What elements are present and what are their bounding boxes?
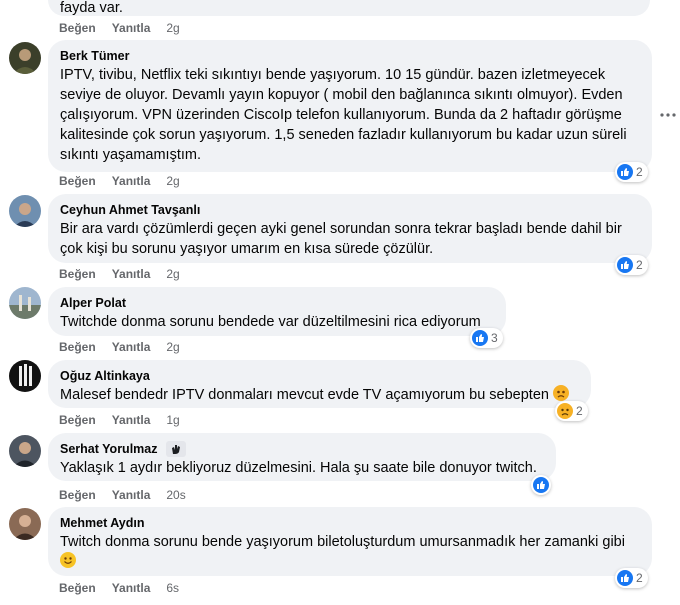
- author-name[interactable]: Ceyhun Ahmet Tavşanlı: [60, 202, 640, 218]
- author-name[interactable]: Berk Tümer: [60, 48, 640, 64]
- reply-link[interactable]: Yanıtla: [112, 174, 151, 188]
- timestamp[interactable]: 2g: [166, 267, 179, 281]
- reply-link[interactable]: Yanıtla: [112, 340, 151, 354]
- smile-emoji-icon: [60, 552, 76, 568]
- author-name[interactable]: Alper Polat: [60, 295, 494, 311]
- reaction-count: 3: [491, 331, 498, 345]
- wave-hand-badge-icon: [165, 441, 186, 457]
- comment-text: IPTV, tivibu, Netflix teki sıkıntıyı ben…: [60, 67, 627, 163]
- timestamp[interactable]: 2g: [166, 174, 179, 188]
- comment-bubble: Alper Polat Twitchde donma sorunu bended…: [48, 287, 506, 336]
- author-name-row: Serhat Yorulmaz: [60, 441, 544, 457]
- like-link[interactable]: Beğen: [59, 488, 96, 502]
- crying-emoji-icon: [553, 385, 569, 401]
- like-link[interactable]: Beğen: [59, 21, 96, 35]
- reaction-count: 2: [636, 571, 643, 585]
- reaction-summary[interactable]: [531, 475, 551, 495]
- avatar[interactable]: [9, 195, 41, 227]
- avatar[interactable]: [9, 508, 41, 540]
- like-link[interactable]: Beğen: [59, 581, 96, 595]
- comment-actions: Beğen Yanıtla 6s: [59, 581, 179, 595]
- timestamp[interactable]: 2g: [166, 340, 179, 354]
- reaction-summary[interactable]: 3: [470, 328, 503, 348]
- timestamp[interactable]: 20s: [166, 488, 185, 502]
- reply-link[interactable]: Yanıtla: [112, 413, 151, 427]
- reaction-summary[interactable]: 2: [555, 401, 588, 421]
- like-link[interactable]: Beğen: [59, 174, 96, 188]
- reaction-summary[interactable]: 2: [615, 162, 648, 182]
- comment-text: Bir ara vardı çözümlerdi geçen ayki gene…: [60, 221, 622, 257]
- like-icon: [617, 570, 633, 586]
- like-link[interactable]: Beğen: [59, 413, 96, 427]
- comment-bubble: Serhat Yorulmaz Yaklaşık 1 aydır bekliyo…: [48, 433, 556, 481]
- like-link[interactable]: Beğen: [59, 267, 96, 281]
- comment-actions: Beğen Yanıtla 1g: [59, 413, 180, 427]
- reaction-count: 2: [636, 258, 643, 272]
- reply-link[interactable]: Yanıtla: [112, 581, 151, 595]
- comment-bubble: Berk Tümer IPTV, tivibu, Netflix teki sı…: [48, 40, 652, 172]
- author-name[interactable]: Serhat Yorulmaz: [60, 441, 158, 457]
- avatar[interactable]: [9, 42, 41, 74]
- comment-actions: Beğen Yanıtla 2g: [59, 340, 180, 354]
- comment-bubble: Ceyhun Ahmet Tavşanlı Bir ara vardı çözü…: [48, 194, 652, 263]
- comment-text: fayda var.: [60, 0, 123, 16]
- comment-text: Twitch donma sorunu bende yaşıyorum bile…: [60, 532, 630, 572]
- comment-text: Yaklaşık 1 aydır bekliyoruz düzelmesini.…: [60, 460, 537, 476]
- more-options-icon[interactable]: [660, 104, 676, 117]
- timestamp[interactable]: 1g: [166, 413, 179, 427]
- comment-actions: Beğen Yanıtla 20s: [59, 488, 186, 502]
- timestamp[interactable]: 2g: [166, 21, 179, 35]
- reaction-summary[interactable]: 2: [615, 568, 648, 588]
- comment-actions: Beğen Yanıtla 2g: [59, 267, 180, 281]
- reply-link[interactable]: Yanıtla: [112, 21, 151, 35]
- comment-bubble: Oğuz Altinkaya Malesef bendedr IPTV donm…: [48, 360, 591, 408]
- reply-link[interactable]: Yanıtla: [112, 488, 151, 502]
- comment-actions: Beğen Yanıtla 2g: [59, 21, 180, 35]
- author-name[interactable]: Mehmet Aydın: [60, 515, 640, 531]
- comment-bubble: fayda var.: [48, 0, 650, 16]
- timestamp[interactable]: 6s: [166, 581, 179, 595]
- like-icon: [533, 477, 549, 493]
- comment-text: Malesef bendedr IPTV donmaları mevcut ev…: [60, 385, 579, 405]
- avatar[interactable]: [9, 435, 41, 467]
- comment-actions: Beğen Yanıtla 2g: [59, 174, 180, 188]
- like-icon: [472, 330, 488, 346]
- like-icon: [617, 257, 633, 273]
- comment-bubble: Mehmet Aydın Twitch donma sorunu bende y…: [48, 507, 652, 576]
- author-name[interactable]: Oğuz Altinkaya: [60, 368, 579, 384]
- reaction-summary[interactable]: 2: [615, 255, 648, 275]
- reaction-count: 2: [636, 165, 643, 179]
- comment-text: Twitchde donma sorunu bendede var düzelt…: [60, 314, 481, 330]
- avatar[interactable]: [9, 360, 41, 392]
- reaction-count: 2: [576, 404, 583, 418]
- like-link[interactable]: Beğen: [59, 340, 96, 354]
- like-icon: [617, 164, 633, 180]
- reply-link[interactable]: Yanıtla: [112, 267, 151, 281]
- sad-face-icon: [557, 403, 573, 419]
- avatar[interactable]: [9, 287, 41, 319]
